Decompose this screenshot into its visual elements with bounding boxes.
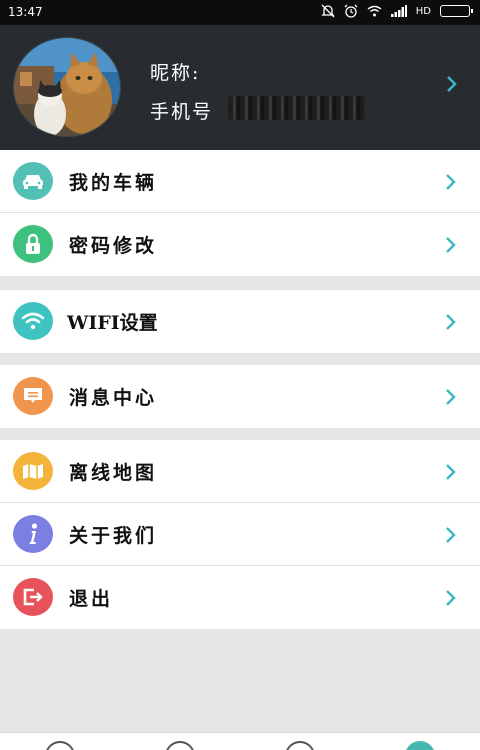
menu-item-wifi-settings[interactable]: WIFI设置 bbox=[0, 290, 480, 353]
menu-label-wifi-settings: WIFI设置 bbox=[67, 312, 158, 334]
car-icon bbox=[13, 162, 53, 200]
menu-item-message-center[interactable]: 消息中心 bbox=[0, 365, 480, 428]
menu-label-about-us: 关于我们 bbox=[69, 525, 158, 547]
bottom-tab-bar bbox=[0, 732, 480, 750]
avatar-photo bbox=[14, 38, 120, 136]
tab-search-icon[interactable] bbox=[285, 741, 315, 750]
menu-label-message-center: 消息中心 bbox=[69, 387, 158, 409]
wifi-icon bbox=[13, 302, 53, 340]
chevron-right-icon bbox=[446, 527, 456, 543]
signal-icon bbox=[390, 5, 407, 17]
mute-icon bbox=[321, 4, 335, 18]
logout-icon bbox=[13, 578, 53, 616]
redacted-phone-number bbox=[228, 96, 364, 120]
status-time: 13:47 bbox=[8, 5, 43, 19]
wifi-status-icon bbox=[367, 5, 382, 17]
tab-track-icon[interactable] bbox=[165, 741, 195, 750]
battery-icon bbox=[440, 5, 473, 17]
chevron-right-icon bbox=[446, 464, 456, 480]
menu-item-change-password[interactable]: 密码修改 bbox=[0, 213, 480, 276]
alarm-icon bbox=[344, 4, 358, 18]
status-icons: HD bbox=[321, 4, 473, 18]
map-icon bbox=[13, 452, 53, 490]
chevron-right-icon bbox=[446, 314, 456, 330]
menu-item-logout[interactable]: 退出 bbox=[0, 566, 480, 629]
status-bar: 13:47 HD bbox=[0, 0, 480, 25]
menu-item-my-vehicle[interactable]: 我的车辆 bbox=[0, 150, 480, 213]
menu-group-more: 离线地图 关于我们 退出 bbox=[0, 440, 480, 629]
profile-header[interactable]: 昵称: 手机号 bbox=[0, 25, 480, 150]
avatar[interactable] bbox=[13, 37, 121, 137]
menu-item-offline-map[interactable]: 离线地图 bbox=[0, 440, 480, 503]
menu-label-change-password: 密码修改 bbox=[69, 235, 158, 257]
network-type: HD bbox=[415, 5, 431, 17]
tab-home-icon[interactable] bbox=[45, 741, 75, 750]
menu-label-my-vehicle: 我的车辆 bbox=[69, 172, 158, 194]
phone-label: 手机号 bbox=[150, 101, 214, 123]
menu-group-messages: 消息中心 bbox=[0, 365, 480, 428]
menu-label-offline-map: 离线地图 bbox=[69, 462, 158, 484]
chevron-right-icon bbox=[446, 237, 456, 253]
menu-label-logout: 退出 bbox=[69, 588, 114, 610]
menu-item-about-us[interactable]: 关于我们 bbox=[0, 503, 480, 566]
menu-group-account: 我的车辆 密码修改 bbox=[0, 150, 480, 276]
message-icon bbox=[13, 377, 53, 415]
info-icon bbox=[13, 515, 53, 553]
chevron-right-icon bbox=[446, 590, 456, 606]
nickname-label: 昵称: bbox=[150, 62, 201, 84]
chevron-right-icon bbox=[447, 76, 457, 92]
lock-icon bbox=[13, 225, 53, 263]
tab-profile-icon[interactable] bbox=[405, 741, 435, 750]
chevron-right-icon bbox=[446, 174, 456, 190]
menu-group-wifi: WIFI设置 bbox=[0, 290, 480, 353]
chevron-right-icon bbox=[446, 389, 456, 405]
